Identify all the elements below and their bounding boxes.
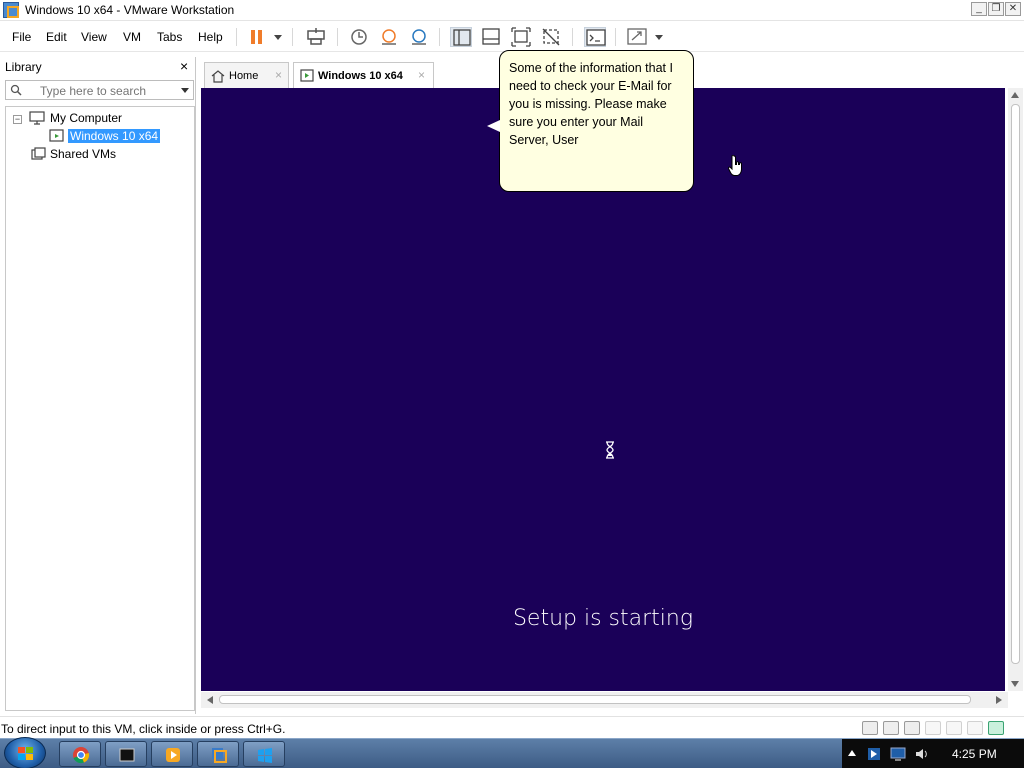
restore-button[interactable]: ❐ [988, 2, 1004, 16]
close-button[interactable]: ✕ [1005, 2, 1021, 16]
scroll-left-icon[interactable] [207, 696, 213, 704]
monitor-tray-icon[interactable] [890, 746, 906, 762]
title-bar: Windows 10 x64 - VMware Workstation _ ❐ … [0, 0, 1024, 21]
window-controls: _ ❐ ✕ [971, 2, 1021, 16]
tree-item-my-computer[interactable]: My Computer [50, 111, 122, 125]
device-icons [862, 721, 1004, 735]
snapshot-icon[interactable] [348, 27, 370, 47]
pause-icon[interactable] [246, 27, 268, 47]
tab-label: Windows 10 x64 [318, 70, 403, 82]
toolbar-separator [572, 28, 573, 46]
scroll-right-icon[interactable] [996, 696, 1002, 704]
search-dropdown-icon[interactable] [181, 88, 189, 93]
toolbar-separator [337, 28, 338, 46]
hand-cursor-icon [728, 155, 742, 176]
menu-help[interactable]: Help [198, 30, 223, 44]
terminal-icon[interactable] [105, 741, 147, 767]
home-icon [211, 70, 225, 83]
menu-edit[interactable]: Edit [46, 30, 67, 44]
scroll-thumb[interactable] [1011, 104, 1020, 664]
menu-file[interactable]: File [12, 30, 31, 44]
minimize-button[interactable]: _ [971, 2, 987, 16]
library-title: Library [5, 60, 42, 74]
menu-view[interactable]: View [81, 30, 107, 44]
revert-snapshot-icon[interactable] [378, 27, 400, 47]
scroll-up-icon[interactable] [1011, 92, 1019, 98]
network-tray-icon[interactable] [866, 746, 882, 762]
system-tray: 4:25 PM [842, 739, 1024, 768]
status-message: To direct input to this VM, click inside… [1, 722, 286, 736]
message-log-icon[interactable] [988, 721, 1004, 735]
setup-status-text: Setup is starting [512, 606, 694, 631]
library-panel: Library × − My Computer Windows 10 x64 S… [0, 57, 196, 714]
vmware-icon[interactable] [197, 741, 239, 767]
status-bar: To direct input to this VM, click inside… [0, 716, 1024, 738]
chrome-icon[interactable] [59, 741, 101, 767]
menu-toolbar: File Edit View VM Tabs Help [0, 22, 1024, 52]
pause-dropdown-icon[interactable] [274, 35, 282, 40]
scroll-thumb[interactable] [219, 695, 971, 704]
scroll-down-icon[interactable] [1011, 681, 1019, 687]
printer-icon[interactable] [925, 721, 941, 735]
window-title: Windows 10 x64 - VMware Workstation [25, 3, 235, 17]
computer-icon [29, 111, 45, 125]
tree-item-shared-vms[interactable]: Shared VMs [50, 147, 116, 161]
tree-item-windows-10-x64[interactable]: Windows 10 x64 [68, 129, 161, 143]
console-view-icon[interactable] [584, 27, 606, 47]
media-player-icon[interactable] [151, 741, 193, 767]
vmware-app-icon [3, 2, 19, 18]
vm-icon [300, 69, 314, 82]
tooltip-tail [487, 120, 500, 132]
display-icon[interactable] [967, 721, 983, 735]
network-adapter-icon[interactable] [904, 721, 920, 735]
close-tab-icon[interactable]: × [275, 68, 282, 82]
windows-flag-icon [18, 747, 33, 760]
toolbar-separator [236, 28, 237, 46]
search-icon [10, 84, 22, 96]
email-notification-tooltip[interactable]: Some of the information that I need to c… [499, 50, 694, 192]
unity-icon[interactable] [540, 27, 562, 47]
tab-windows-10-x64[interactable]: Windows 10 x64 × [293, 62, 434, 88]
sound-card-icon[interactable] [946, 721, 962, 735]
menu-vm[interactable]: VM [123, 30, 141, 44]
taskbar: 4:25 PM [0, 737, 1024, 768]
hard-disk-icon[interactable] [862, 721, 878, 735]
shared-vms-icon [31, 147, 46, 160]
library-close-icon[interactable]: × [180, 58, 188, 74]
cd-dvd-icon[interactable] [883, 721, 899, 735]
horizontal-scrollbar[interactable] [201, 692, 1008, 708]
hourglass-icon [606, 441, 614, 459]
send-ctrl-alt-del-icon[interactable] [305, 27, 327, 47]
vertical-scrollbar[interactable] [1008, 88, 1023, 691]
full-screen-icon[interactable] [510, 27, 532, 47]
manage-snapshots-icon[interactable] [408, 27, 430, 47]
vm-icon [49, 129, 64, 142]
windows-icon[interactable] [243, 741, 285, 767]
library-search[interactable] [5, 80, 194, 100]
tab-home[interactable]: Home × [204, 62, 289, 88]
taskbar-clock[interactable]: 4:25 PM [952, 747, 997, 761]
thumbnail-bar-icon[interactable] [480, 27, 502, 47]
search-input[interactable] [40, 83, 170, 98]
volume-tray-icon[interactable] [914, 746, 930, 762]
toolbar-separator [292, 28, 293, 46]
start-orb-icon[interactable] [4, 737, 46, 768]
stretch-dropdown-icon[interactable] [655, 35, 663, 40]
library-tree: − My Computer Windows 10 x64 Shared VMs [5, 106, 195, 711]
show-library-icon[interactable] [450, 27, 472, 47]
menu-tabs[interactable]: Tabs [157, 30, 182, 44]
close-tab-icon[interactable]: × [418, 68, 425, 82]
tab-label: Home [229, 70, 259, 82]
stretch-guest-icon[interactable] [626, 27, 648, 47]
collapse-icon[interactable]: − [13, 115, 22, 124]
toolbar-separator [615, 28, 616, 46]
toolbar-separator [439, 28, 440, 46]
show-hidden-icons-icon[interactable] [848, 750, 856, 756]
